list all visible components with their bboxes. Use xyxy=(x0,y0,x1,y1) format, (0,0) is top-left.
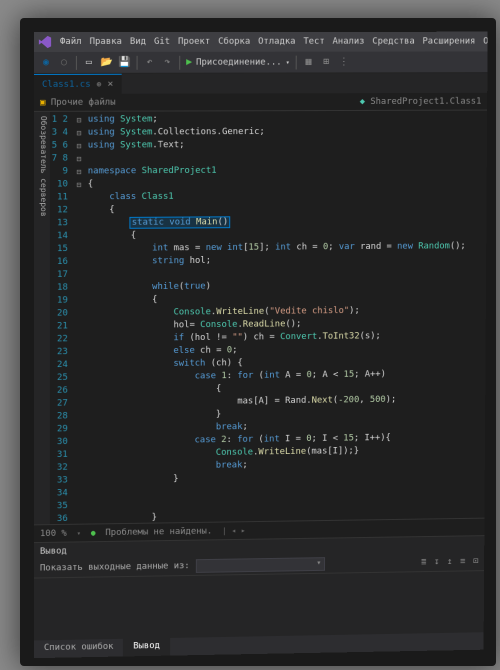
tool-icon[interactable]: ⊡ xyxy=(473,557,478,567)
tool-icon[interactable]: ≡ xyxy=(460,557,465,567)
nav-back-icon[interactable]: ◉ xyxy=(40,56,52,68)
separator xyxy=(296,55,297,69)
menu-file[interactable]: Файл xyxy=(60,37,82,47)
fold-column[interactable]: ⊟ ⊟ ⊟ ⊟ ⊟ ⊟ xyxy=(74,112,84,524)
output-select-label: Показать выходные данные из: xyxy=(40,561,190,573)
editor-area: Обозреватель серверов Панель элементов 1… xyxy=(34,111,487,525)
tool-icon-1[interactable]: ▦ xyxy=(303,56,315,68)
tab-error-list[interactable]: Список ошибок xyxy=(34,639,123,658)
tab-filename: Class1.cs xyxy=(42,79,91,89)
pin-icon[interactable]: ⊕ xyxy=(97,80,102,89)
close-icon[interactable]: × xyxy=(107,79,113,90)
output-body[interactable] xyxy=(34,570,484,640)
tab-class1[interactable]: Class1.cs ⊕ × xyxy=(34,74,121,94)
tool-icon-2[interactable]: ⊞ xyxy=(320,56,332,68)
output-title: Вывод xyxy=(40,546,67,556)
menu-extensions[interactable]: Расширения xyxy=(422,37,475,47)
breadcrumb-right[interactable]: ◆ SharedProject1.Class1 xyxy=(360,96,482,106)
tool-icon[interactable]: ↧ xyxy=(434,557,439,567)
tool-icon[interactable]: ↥ xyxy=(447,557,452,567)
save-icon[interactable]: 💾 xyxy=(119,56,131,68)
open-icon[interactable]: 📂 xyxy=(101,56,113,68)
tabbar: Class1.cs ⊕ × xyxy=(34,73,487,94)
menubar: Файл Правка Вид Git Проект Сборка Отладк… xyxy=(34,32,488,52)
chevron-down-icon: ▾ xyxy=(286,58,290,66)
menu-project[interactable]: Проект xyxy=(178,37,210,47)
output-tools: ≣ ↧ ↥ ≡ ⊡ xyxy=(421,557,478,568)
breadcrumb: ▣ Прочие файлы ◆ SharedProject1.Class1 xyxy=(34,93,487,112)
menu-test[interactable]: Тест xyxy=(303,37,324,47)
menu-edit[interactable]: Правка xyxy=(90,37,122,47)
menu-debug[interactable]: Отладка xyxy=(258,37,295,47)
line-gutter: 1 2 3 4 5 6 7 8 9 10 11 12 13 14 15 16 1… xyxy=(50,112,74,524)
toolbar: ◉ ○ ▭ 📂 💾 ↶ ↷ ▶ Присоединение... ▾ ▦ ⊞ ⋮ xyxy=(34,51,488,74)
no-problems-label: Проблемы не найдены. xyxy=(105,526,212,537)
vs-logo-icon xyxy=(38,35,52,49)
monitor-bezel: Файл Правка Вид Git Проект Сборка Отладк… xyxy=(20,18,496,666)
code-editor[interactable]: using System; using System.Collections.G… xyxy=(84,111,488,524)
separator xyxy=(179,55,180,69)
menu-view[interactable]: Вид xyxy=(130,37,146,47)
menu-window[interactable]: Окно xyxy=(483,37,488,47)
vs-window: Файл Правка Вид Git Проект Сборка Отладк… xyxy=(34,32,488,658)
breadcrumb-left[interactable]: ▣ Прочие файлы xyxy=(40,97,116,107)
nav-icons[interactable]: | ◂ ▸ xyxy=(222,526,246,535)
separator xyxy=(137,55,138,69)
play-icon: ▶ xyxy=(186,57,192,68)
undo-icon[interactable]: ↶ xyxy=(144,56,156,68)
server-explorer-tab[interactable]: Обозреватель серверов xyxy=(39,116,48,521)
redo-icon[interactable]: ↷ xyxy=(161,56,173,68)
menu-build[interactable]: Сборка xyxy=(218,37,250,47)
output-source-select[interactable] xyxy=(196,557,326,573)
menu-analyze[interactable]: Анализ xyxy=(333,37,365,47)
menu-git[interactable]: Git xyxy=(154,37,170,47)
zoom-level[interactable]: 100 % xyxy=(40,528,67,538)
attach-label: Присоединение... xyxy=(196,57,282,67)
nav-fwd-icon[interactable]: ○ xyxy=(58,56,70,68)
separator xyxy=(76,55,77,69)
tool-icon[interactable]: ≣ xyxy=(421,557,426,567)
new-file-icon[interactable]: ▭ xyxy=(83,56,95,68)
menu-tools[interactable]: Средства xyxy=(372,37,414,47)
ok-icon: ● xyxy=(91,528,96,537)
side-toolwindows: Обозреватель серверов Панель элементов xyxy=(34,112,50,525)
tool-icon-3[interactable]: ⋮ xyxy=(338,56,350,68)
tab-output[interactable]: Вывод xyxy=(123,638,169,656)
attach-button[interactable]: ▶ Присоединение... ▾ xyxy=(186,57,290,68)
